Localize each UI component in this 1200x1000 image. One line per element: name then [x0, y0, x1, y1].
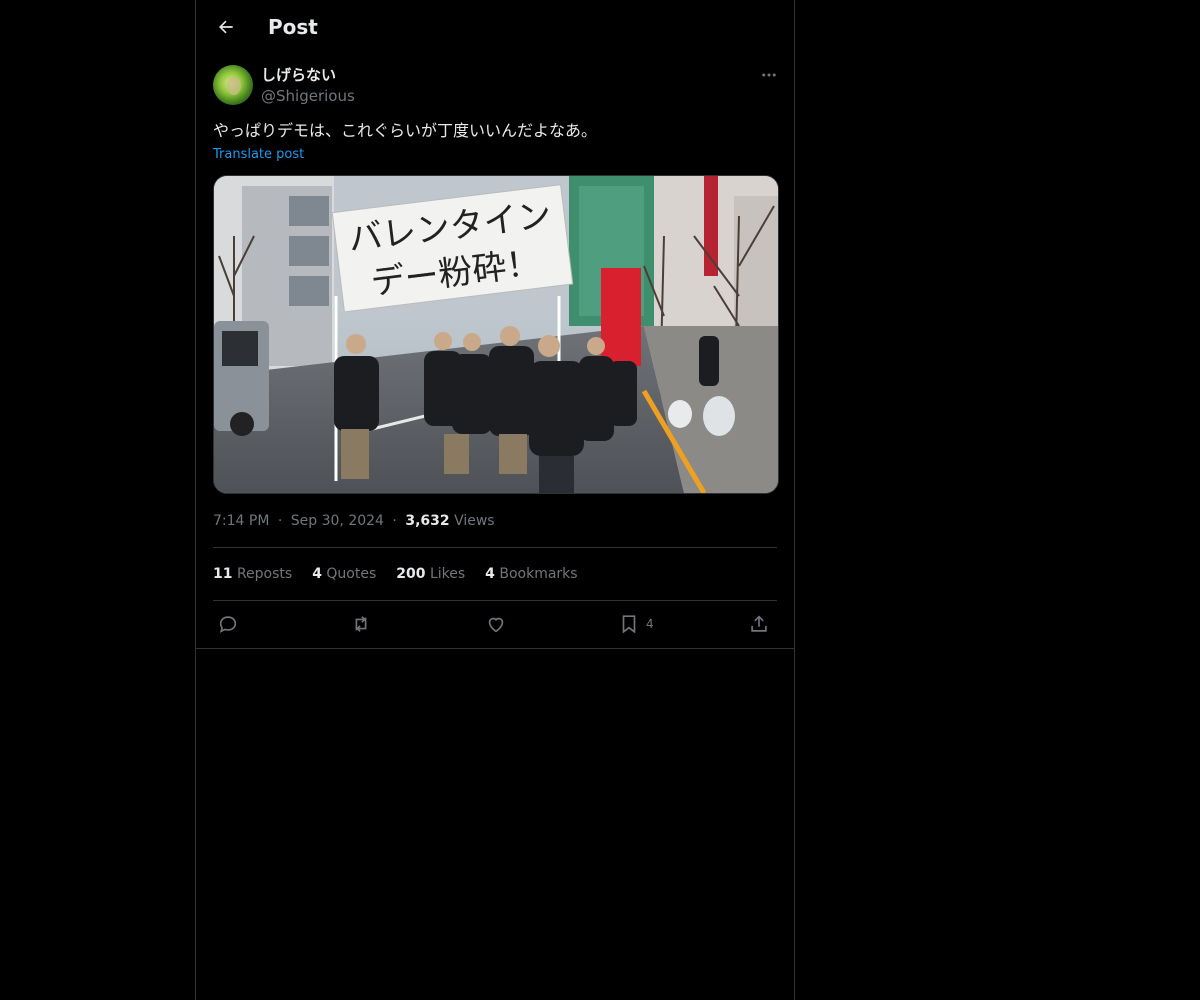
bookmark-icon	[622, 615, 636, 634]
views-count: 3,632	[405, 513, 450, 529]
post-bottom-border	[196, 648, 794, 649]
bookmarks-stat[interactable]: 4 Bookmarks	[485, 564, 577, 584]
post-metadata: 7:14 PM · Sep 30, 2024 · 3,632 Views	[213, 511, 495, 531]
back-button[interactable]	[212, 13, 240, 41]
page-title: Post	[268, 15, 318, 39]
demo-photo: バレンタイン デー粉砕！	[214, 176, 778, 493]
post-text: やっぱりデモは、これぐらいが丁度いいんだよなあ。	[213, 121, 598, 140]
likes-label: Likes	[429, 566, 466, 582]
post-date[interactable]: Sep 30, 2024	[291, 513, 384, 529]
meta-separator: ·	[277, 513, 283, 529]
likes-count: 200	[396, 566, 426, 582]
main-column: Post しげらない @Shigerious やっぱりデモは、これぐらいが丁度い…	[195, 0, 795, 1000]
reposts-label: Reposts	[236, 566, 293, 582]
bookmarks-count: 4	[485, 566, 495, 582]
reply-icon	[219, 616, 237, 633]
engagement-stats: 11 Reposts 4 Quotes 200 Likes 4 Bookmark…	[213, 564, 578, 584]
translate-post-link[interactable]: Translate post	[213, 146, 304, 164]
page-header: Post	[196, 0, 794, 54]
avatar[interactable]	[213, 65, 253, 105]
divider	[213, 547, 777, 548]
reposts-count: 11	[213, 566, 233, 582]
like-button[interactable]	[485, 612, 507, 636]
reply-button[interactable]	[217, 612, 239, 636]
action-bar: 4	[213, 608, 777, 640]
divider	[213, 600, 777, 601]
bookmark-button[interactable]: 4	[618, 612, 654, 636]
quotes-count: 4	[312, 566, 322, 582]
meta-separator: ·	[392, 513, 397, 529]
reposts-stat[interactable]: 11 Reposts	[213, 564, 292, 584]
author-handle[interactable]: @Shigerious	[261, 86, 355, 106]
quotes-stat[interactable]: 4 Quotes	[312, 564, 376, 584]
repost-icon	[355, 616, 367, 632]
more-options-button[interactable]	[756, 62, 782, 88]
post-time[interactable]: 7:14 PM	[213, 513, 269, 529]
author-display-name[interactable]: しげらない	[261, 65, 336, 85]
arrow-left-icon	[219, 20, 233, 34]
views-label: Views	[454, 513, 495, 529]
likes-stat[interactable]: 200 Likes	[396, 564, 465, 584]
share-icon	[751, 615, 767, 632]
bookmarks-label: Bookmarks	[499, 566, 578, 582]
heart-icon	[488, 617, 504, 633]
repost-button[interactable]	[350, 612, 372, 636]
post-image[interactable]: バレンタイン デー粉砕！	[213, 175, 779, 494]
share-button[interactable]	[748, 612, 770, 636]
quotes-label: Quotes	[326, 566, 377, 582]
more-dots-icon	[762, 73, 776, 77]
bookmark-count: 4	[646, 617, 654, 631]
